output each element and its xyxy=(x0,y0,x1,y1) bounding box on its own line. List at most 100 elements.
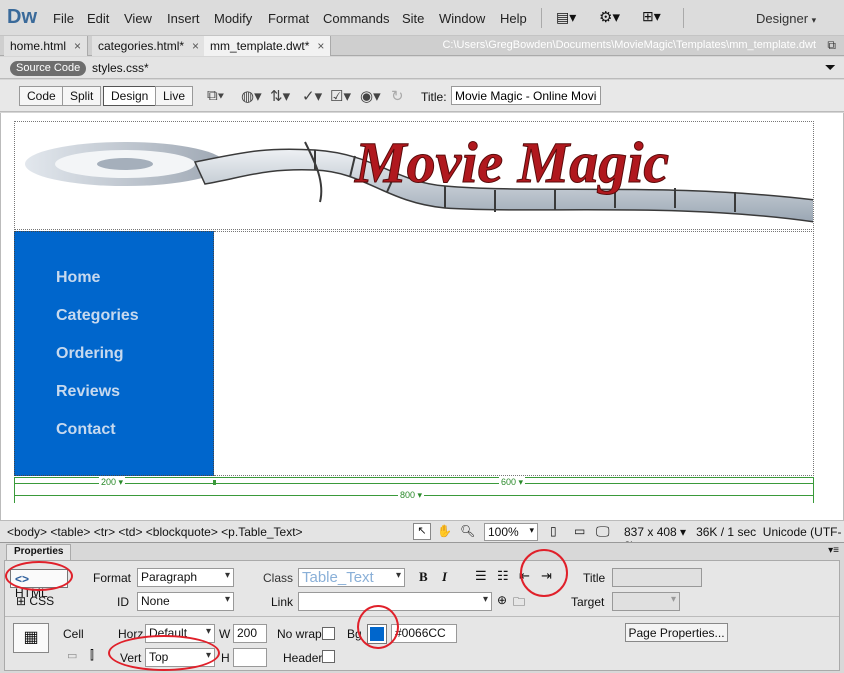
source-code-button[interactable]: Source Code xyxy=(10,61,87,76)
nav-categories[interactable]: Categories xyxy=(56,307,139,325)
status-bar: <body> <table> <tr> <td> <blockquote> <p… xyxy=(0,520,844,553)
class-select[interactable]: Table_Text ▾ xyxy=(298,568,405,587)
nav-home[interactable]: Home xyxy=(56,269,100,287)
layout-icon[interactable]: ▤▾ xyxy=(556,9,576,26)
menu-view[interactable]: View xyxy=(124,11,152,26)
link-input[interactable]: ▾ xyxy=(298,592,492,611)
header-checkbox[interactable] xyxy=(322,650,335,663)
tab-home[interactable]: home.html × xyxy=(4,36,89,56)
file-path: C:\Users\GregBowden\Documents\MovieMagic… xyxy=(442,39,816,51)
split-view-button[interactable]: Split xyxy=(62,86,102,106)
sidebar-nav-cell[interactable]: Home Categories Ordering Reviews Contact xyxy=(14,231,214,476)
tablet-size-icon[interactable]: ▭ xyxy=(574,524,585,538)
title-field[interactable] xyxy=(612,568,702,587)
workspace-switcher[interactable]: Designer ▾ xyxy=(756,11,816,26)
menu-format[interactable]: Format xyxy=(268,11,309,26)
visual-aids-icon[interactable]: ◉▾ xyxy=(360,87,381,105)
check-browser-icon[interactable]: ☑▾ xyxy=(330,87,351,105)
window-size[interactable]: 837 x 408 xyxy=(624,525,677,539)
document-toolbar: Code Split Design Live ⧉▾ ◍▾ ⇅▾ ✓▾ ☑▾ ◉▾… xyxy=(0,80,844,112)
menu-file[interactable]: File xyxy=(53,11,74,26)
menu-window[interactable]: Window xyxy=(439,11,485,26)
ordered-list-icon[interactable]: ☷ xyxy=(497,568,509,584)
target-select[interactable]: ▾ xyxy=(612,592,680,611)
nav-reviews[interactable]: Reviews xyxy=(56,383,120,401)
restore-icon[interactable]: ⧉ xyxy=(827,38,836,53)
multiscreen-icon[interactable]: ⧉▾ xyxy=(207,87,224,104)
zoom-select[interactable]: 100% ▾ xyxy=(484,523,538,541)
bg-color-input[interactable]: #0066CC xyxy=(391,624,457,643)
split-cell-icon[interactable]: ⫿ xyxy=(90,648,94,663)
menu-help[interactable]: Help xyxy=(500,11,527,26)
design-view-button[interactable]: Design xyxy=(103,86,157,106)
related-file-styles[interactable]: styles.css* xyxy=(92,61,149,75)
col2-width-label[interactable]: 600 ▾ xyxy=(499,477,526,488)
css-mode-button[interactable]: ⊞ CSS xyxy=(16,594,54,608)
film-reel-banner: Movie Magic xyxy=(25,130,813,223)
code-view-button[interactable]: Code xyxy=(19,86,64,106)
class-label: Class xyxy=(263,571,294,585)
nowrap-label: No wrap xyxy=(277,627,322,641)
file-management-icon[interactable]: ⇅▾ xyxy=(270,87,290,105)
width-input[interactable]: 200 xyxy=(233,624,267,643)
hand-tool-icon[interactable]: ✋ xyxy=(437,524,452,538)
design-view[interactable]: Movie Magic Home Categories Ordering Rev… xyxy=(0,113,844,520)
menu-site[interactable]: Site xyxy=(402,11,424,26)
menu-insert[interactable]: Insert xyxy=(167,11,200,26)
close-icon[interactable]: × xyxy=(74,39,81,53)
w3c-validation-icon[interactable]: ✓▾ xyxy=(302,87,322,105)
guide-line xyxy=(14,477,15,503)
select-tool-icon[interactable]: ↖ xyxy=(413,523,431,540)
close-icon[interactable]: × xyxy=(192,39,199,53)
format-label: Format xyxy=(93,571,132,585)
download-time: 36K / 1 sec xyxy=(696,525,757,539)
live-view-button[interactable]: Live xyxy=(155,86,194,106)
annotation-circle-indent xyxy=(520,549,568,597)
page-properties-button[interactable]: Page Properties... xyxy=(625,623,728,642)
annotation-circle-vert xyxy=(108,635,220,671)
point-to-file-icon[interactable]: ⊕ xyxy=(497,593,507,607)
tab-categories[interactable]: categories.html* × xyxy=(92,36,207,56)
site-structure-icon[interactable]: ⊞▾ xyxy=(642,8,661,25)
preview-browser-icon[interactable]: ◍▾ xyxy=(241,87,262,105)
id-select[interactable]: None ▾ xyxy=(137,592,234,611)
panel-menu-icon[interactable]: ▾≡ xyxy=(828,545,839,556)
menu-bar: Dw File Edit View Insert Modify Format C… xyxy=(0,0,844,36)
nowrap-checkbox[interactable] xyxy=(322,627,335,640)
height-input[interactable] xyxy=(233,648,267,667)
unordered-list-icon[interactable]: ☰ xyxy=(475,568,487,584)
col1-width-label[interactable]: 200 ▾ xyxy=(99,477,126,488)
tag-selector[interactable]: <body> <table> <tr> <td> <blockquote> <p… xyxy=(7,525,303,539)
h-label: H xyxy=(221,651,230,665)
document-tabs: home.html × categories.html* × mm_template… xyxy=(0,36,844,56)
nav-contact[interactable]: Contact xyxy=(56,421,116,439)
annotation-circle-bg xyxy=(357,605,399,649)
related-files-bar: Source Code styles.css* ⏷ xyxy=(0,57,844,79)
tab-mm-template[interactable]: mm_template.dwt* × xyxy=(204,36,332,56)
title-field-label: Title xyxy=(583,571,606,585)
gear-icon[interactable]: ⚙▾ xyxy=(599,8,620,26)
w-label: W xyxy=(219,627,231,641)
filter-icon[interactable]: ⏷ xyxy=(825,59,836,76)
mobile-size-icon[interactable]: ▯ xyxy=(550,524,557,538)
format-select[interactable]: Paragraph ▾ xyxy=(137,568,234,587)
bold-button[interactable]: B xyxy=(419,569,428,585)
menu-edit[interactable]: Edit xyxy=(87,11,109,26)
target-label: Target xyxy=(571,595,605,609)
properties-divider xyxy=(5,616,839,617)
desktop-size-icon[interactable]: 🖵︎ xyxy=(596,523,610,540)
close-icon[interactable]: × xyxy=(317,39,324,53)
page-title-input[interactable] xyxy=(451,86,601,105)
italic-button[interactable]: I xyxy=(442,569,447,585)
table-width-label[interactable]: 800 ▾ xyxy=(398,490,425,501)
properties-tab[interactable]: Properties xyxy=(6,544,72,560)
merge-cells-icon[interactable]: ▭ xyxy=(67,649,77,662)
refresh-icon[interactable]: ↻ xyxy=(391,87,404,105)
menu-modify[interactable]: Modify xyxy=(214,11,252,26)
zoom-tool-icon[interactable]: 🔍︎ xyxy=(460,524,475,538)
menu-commands[interactable]: Commands xyxy=(323,11,389,26)
main-content-cell[interactable] xyxy=(214,231,814,476)
folder-icon[interactable]: 🗀︎ xyxy=(513,593,525,614)
nav-ordering[interactable]: Ordering xyxy=(56,345,124,363)
properties-panel: Properties ▾≡ <> HTML Format Paragraph ▾ … xyxy=(0,542,844,673)
